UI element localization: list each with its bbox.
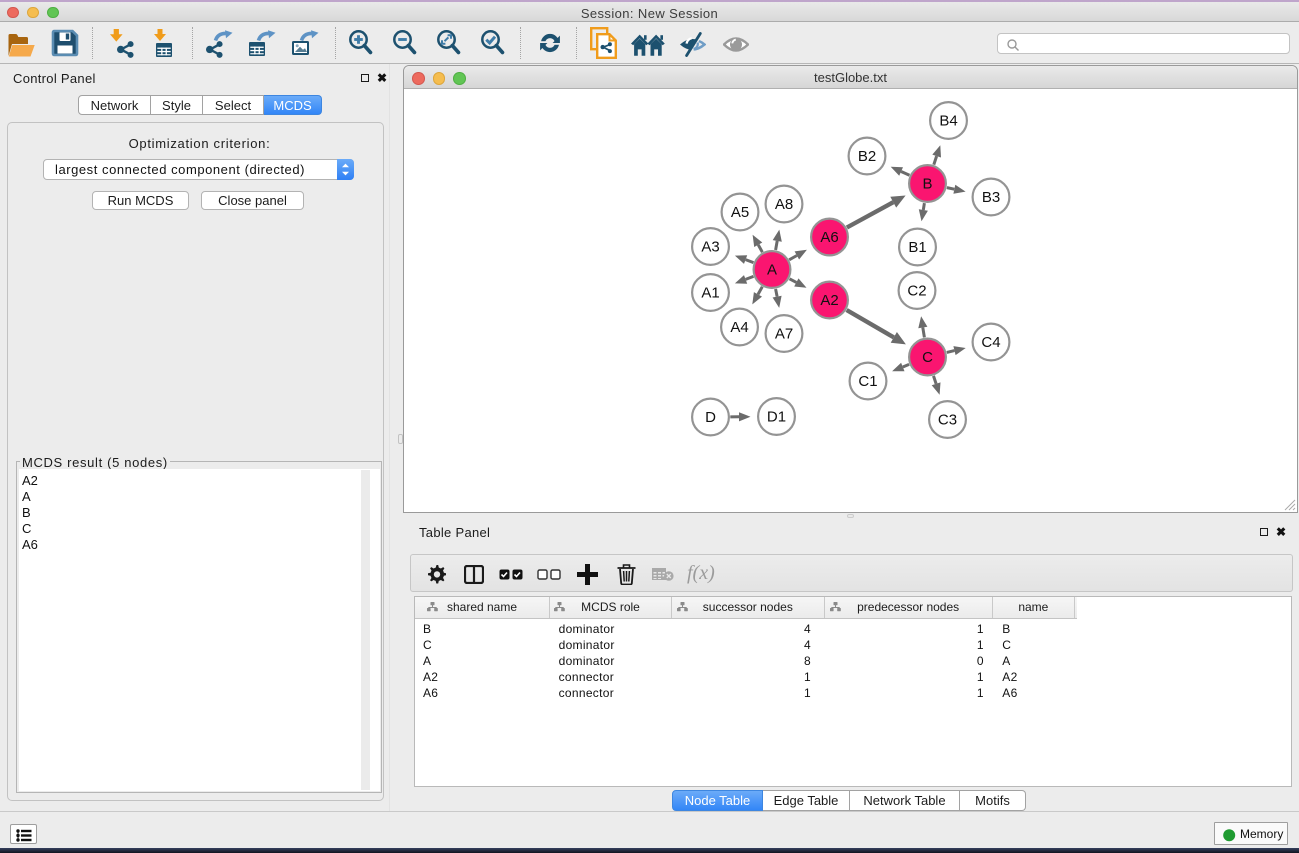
svg-text:B2: B2 xyxy=(858,148,876,165)
svg-text:A5: A5 xyxy=(731,204,749,221)
svg-text:A8: A8 xyxy=(775,196,793,213)
svg-text:A2: A2 xyxy=(820,292,838,309)
svg-text:A7: A7 xyxy=(775,326,793,343)
svg-text:B4: B4 xyxy=(939,113,957,130)
svg-text:C: C xyxy=(922,349,933,366)
svg-text:C1: C1 xyxy=(858,373,877,390)
svg-text:A1: A1 xyxy=(701,285,719,302)
svg-text:A4: A4 xyxy=(730,319,748,336)
svg-text:D: D xyxy=(705,409,716,426)
svg-text:C2: C2 xyxy=(907,283,926,300)
svg-text:A3: A3 xyxy=(701,239,719,256)
svg-text:D1: D1 xyxy=(767,409,786,426)
svg-text:A6: A6 xyxy=(820,229,838,246)
svg-text:C3: C3 xyxy=(938,412,957,429)
svg-text:B: B xyxy=(922,176,932,193)
svg-text:B3: B3 xyxy=(982,189,1000,206)
svg-text:B1: B1 xyxy=(908,239,926,256)
svg-text:C4: C4 xyxy=(981,334,1000,351)
svg-text:A: A xyxy=(767,262,777,279)
